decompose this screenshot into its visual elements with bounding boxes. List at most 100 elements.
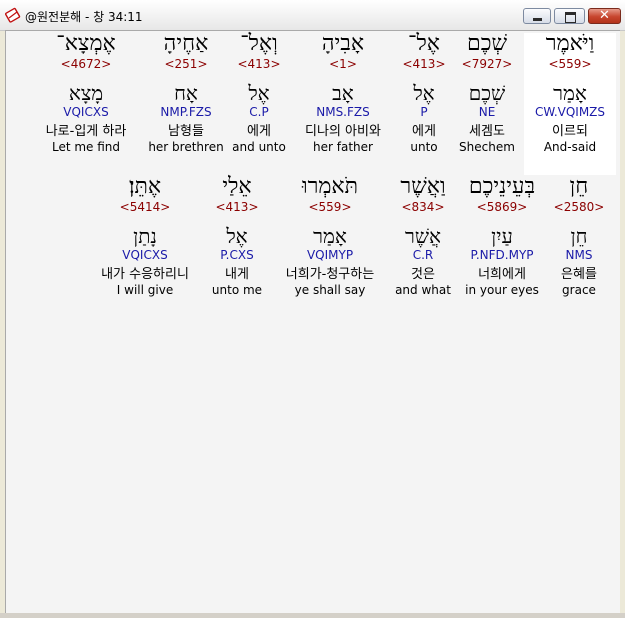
korean-gloss: 너희가-청구하는 xyxy=(285,267,375,282)
english-gloss: unto xyxy=(410,140,438,154)
english-gloss: and what xyxy=(395,283,451,297)
lemma: נָתַן xyxy=(133,224,157,248)
word-column[interactable]: אֵלַי <413> אֶל P.CXS 내게 unto me xyxy=(202,174,272,297)
hebrew-word: אָבִיהָ xyxy=(321,31,365,56)
strong-number[interactable]: <7927> xyxy=(452,57,522,71)
hebrew-word: וַיֹּאמֶר xyxy=(545,31,595,56)
korean-gloss: 나로-입게 하라 xyxy=(45,124,127,139)
lemma: אָמַר xyxy=(313,224,347,248)
word-column[interactable]: אָבִיהָ <1> אָב NMS.FZS 디나의 아비와 her fath… xyxy=(290,31,396,154)
lemma: אָב xyxy=(332,81,354,105)
app-window: @원전분해 - 창 34:11 ✕ וַיֹּאמֶר <559> אָמַר … xyxy=(0,0,625,618)
word-column[interactable]: אֶמְצָא־ <4672> מָצָא VQICXS 나로-입게 하라 Le… xyxy=(32,31,140,154)
morphology-code: C.R xyxy=(412,248,434,262)
lemma: שְׁכֶם xyxy=(468,81,506,105)
maximize-icon xyxy=(555,9,584,23)
english-gloss: her brethren xyxy=(148,140,224,154)
hebrew-word: אֵלַי xyxy=(222,174,252,199)
korean-gloss: 에게 xyxy=(412,124,436,139)
word-column[interactable]: בְּעֵינֵיכֶם <5869> עַיִן P.NFD.MYP 너희에게… xyxy=(452,174,552,297)
english-gloss: Shechem xyxy=(459,140,515,154)
strong-number[interactable]: <559> xyxy=(522,57,618,71)
morphology-code: NMS.FZS xyxy=(316,105,370,119)
hebrew-word: אֶל־ xyxy=(408,31,440,56)
strong-number[interactable]: <5414> xyxy=(86,200,204,214)
korean-gloss: 은혜를 xyxy=(561,267,597,282)
strong-number[interactable]: <413> xyxy=(228,57,290,71)
morphology-code: P xyxy=(420,105,428,119)
word-column[interactable]: אַחֶיהָ <251> אָח NMP.FZS 남형들 her brethr… xyxy=(144,31,228,154)
close-icon: ✕ xyxy=(599,8,610,23)
hebrew-word: שְׁכֶם xyxy=(466,31,508,56)
lemma: חֵן xyxy=(570,224,588,248)
korean-gloss: 에게 xyxy=(247,124,271,139)
word-column[interactable]: וַיֹּאמֶר <559> אָמַר CW.VQIMZS 이르되 And-… xyxy=(522,31,618,154)
morphology-code: CW.VQIMZS xyxy=(534,105,606,119)
hebrew-word: תֹּאמְרוּ xyxy=(301,174,359,199)
english-gloss: and unto xyxy=(232,140,286,154)
minimize-button[interactable] xyxy=(523,8,551,24)
hebrew-word: בְּעֵינֵיכֶם xyxy=(468,174,536,199)
lemma: עַיִן xyxy=(491,224,513,248)
english-gloss: ye shall say xyxy=(294,283,366,297)
hebrew-word: וַאֲשֶׁר xyxy=(400,174,446,199)
maximize-button[interactable] xyxy=(554,8,585,24)
window-title: @원전분해 - 창 34:11 xyxy=(25,10,143,24)
strong-number[interactable]: <5869> xyxy=(452,200,552,214)
morphology-code: NMS xyxy=(565,248,593,262)
english-gloss: unto me xyxy=(211,283,263,297)
word-column[interactable]: אֶל־ <413> אֶל P 에게 unto xyxy=(396,31,452,154)
english-gloss: And-said xyxy=(543,140,597,154)
window-bottom-border xyxy=(0,613,625,618)
hebrew-word: אַחֶיהָ xyxy=(163,31,209,56)
lemma: אֶל xyxy=(226,224,248,248)
korean-gloss: 내가 수응하리니 xyxy=(101,267,189,282)
english-gloss: her father xyxy=(313,140,373,154)
strong-number[interactable]: <2580> xyxy=(552,200,606,214)
title-bar[interactable]: @원전분해 - 창 34:11 ✕ xyxy=(0,0,625,31)
lemma: מָצָא xyxy=(68,81,104,105)
lemma: אֲשֶׁר xyxy=(405,224,441,248)
korean-gloss: 남형들 xyxy=(168,124,204,139)
word-column[interactable]: וַאֲשֶׁר <834> אֲשֶׁר C.R 것은 and what xyxy=(388,174,458,297)
strong-number[interactable]: <413> xyxy=(396,57,452,71)
word-column[interactable]: חֵן <2580> חֵן NMS 은혜를 grace xyxy=(552,174,606,297)
morphology-code: NMP.FZS xyxy=(160,105,212,119)
hebrew-word: חֵן xyxy=(569,174,589,199)
morphology-code: VQIMYP xyxy=(306,248,354,262)
strong-number[interactable]: <4672> xyxy=(32,57,140,71)
strong-number[interactable]: <834> xyxy=(388,200,458,214)
morphology-code: P.CXS xyxy=(220,248,254,262)
korean-gloss: 이르되 xyxy=(552,124,588,139)
morphology-code: P.NFD.MYP xyxy=(470,248,534,262)
word-column[interactable]: תֹּאמְרוּ <559> אָמַר VQIMYP 너희가-청구하는 ye… xyxy=(268,174,392,297)
english-gloss: Let me find xyxy=(51,140,121,154)
korean-gloss: 디나의 아비와 xyxy=(305,124,381,139)
morphology-code: VQICXS xyxy=(63,105,109,119)
korean-gloss: 세겜도 xyxy=(469,124,505,139)
morphology-code: VQICXS xyxy=(122,248,168,262)
lemma: אָח xyxy=(174,81,198,105)
close-button[interactable]: ✕ xyxy=(588,8,621,24)
english-gloss: I will give xyxy=(116,283,174,297)
strong-number[interactable]: <413> xyxy=(202,200,272,214)
english-gloss: in your eyes xyxy=(465,283,539,297)
interlinear-panel: וַיֹּאמֶר <559> אָמַר CW.VQIMZS 이르되 And-… xyxy=(5,30,620,613)
word-column[interactable]: אֶתֵּן׃ <5414> נָתַן VQICXS 내가 수응하리니 I w… xyxy=(86,174,204,297)
lemma: אָמַר xyxy=(553,81,587,105)
morphology-code: NE xyxy=(478,105,496,119)
app-icon xyxy=(5,7,21,23)
hebrew-word: אֶתֵּן׃ xyxy=(128,174,162,199)
word-column[interactable]: שְׁכֶם <7927> שְׁכֶם NE 세겜도 Shechem xyxy=(452,31,522,154)
word-column[interactable]: וְאֶל־ <413> אֶל C.P 에게 and unto xyxy=(228,31,290,154)
korean-gloss: 내게 xyxy=(225,267,249,282)
hebrew-word: וְאֶל־ xyxy=(240,31,278,56)
lemma: אֶל xyxy=(413,81,435,105)
hebrew-word: אֶמְצָא־ xyxy=(56,31,116,56)
strong-number[interactable]: <1> xyxy=(290,57,396,71)
minimize-icon xyxy=(524,9,550,23)
korean-gloss: 것은 xyxy=(411,267,435,282)
strong-number[interactable]: <251> xyxy=(144,57,228,71)
strong-number[interactable]: <559> xyxy=(268,200,392,214)
english-gloss: grace xyxy=(562,283,596,297)
